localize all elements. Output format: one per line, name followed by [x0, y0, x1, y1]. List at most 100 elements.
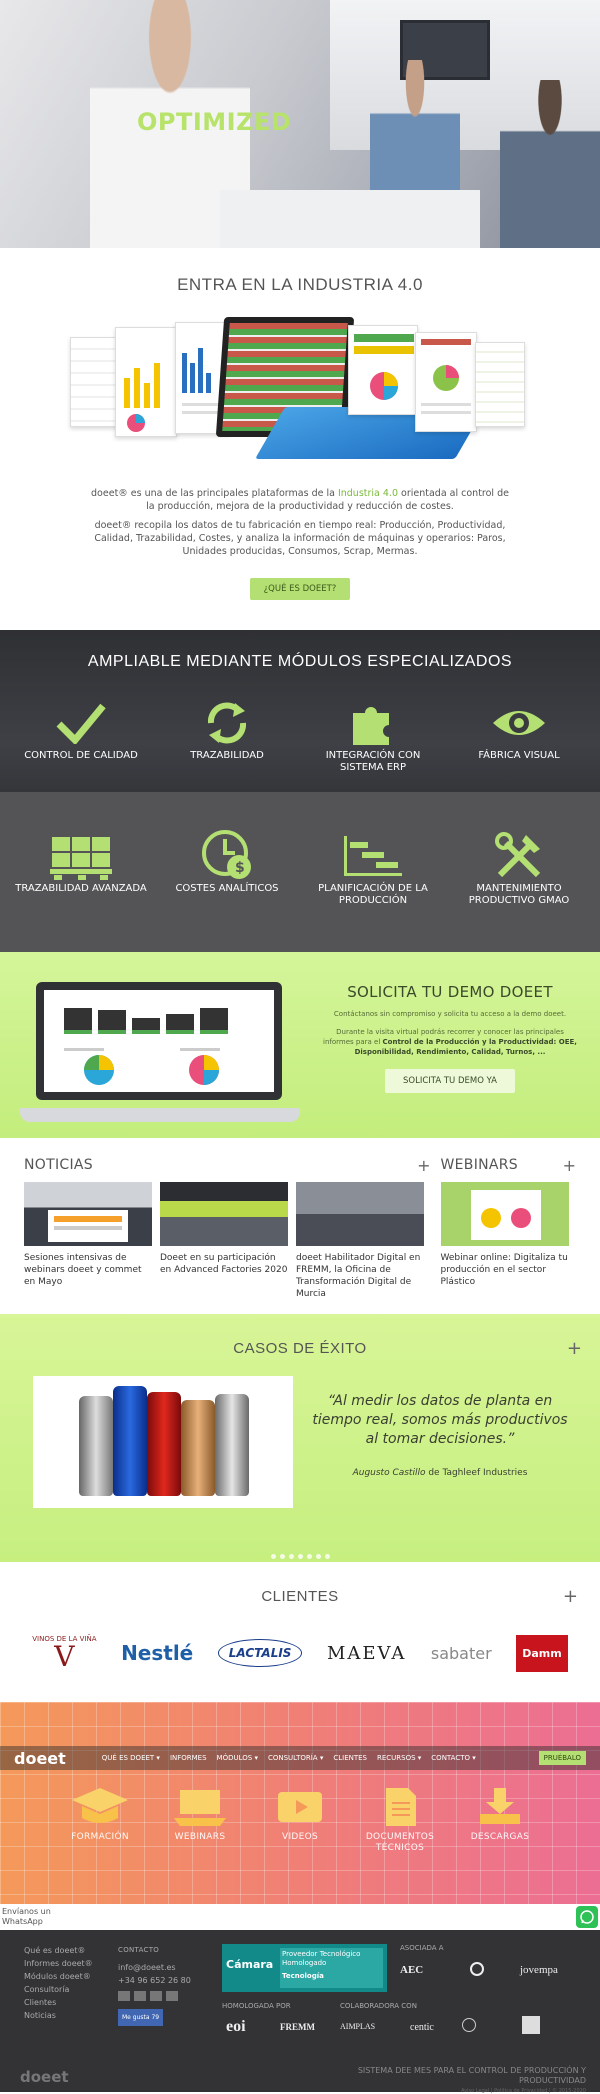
- module-control-calidad[interactable]: CONTROL DE CALIDAD: [11, 695, 151, 774]
- module-trazabilidad[interactable]: TRAZABILIDAD: [157, 695, 297, 774]
- resource-label: DOCUMENTOS TÉCNICOS: [365, 1832, 435, 1853]
- news-item[interactable]: doeet Habilitador Digital en FREMM, la O…: [296, 1182, 424, 1300]
- news-list: Sesiones intensivas de webinars doeet y …: [24, 1182, 431, 1300]
- laptop-illustration: [20, 982, 300, 1122]
- colaboradora-label: COLABORADORA CON: [340, 2002, 417, 2010]
- report-sheet-6: [475, 342, 525, 427]
- clients-plus-icon[interactable]: +: [563, 1586, 578, 1607]
- document-icon: [355, 1782, 445, 1832]
- asociada-label: ASOCIADA A: [400, 1944, 444, 1952]
- webinars-plus-icon[interactable]: +: [563, 1156, 576, 1175]
- whatsapp-text-1[interactable]: Envíanos un: [2, 1907, 600, 1917]
- nav-modulos[interactable]: MÓDULOS ▾: [217, 1754, 258, 1762]
- checkmark-icon: [11, 695, 151, 750]
- hero-person-attendee: [500, 80, 600, 248]
- legal-links[interactable]: Aviso Legal | Política de Privacidad | ©…: [356, 2086, 586, 2094]
- facebook-like-button[interactable]: Me gusta 79: [118, 2009, 164, 2026]
- demo-text: SOLICITA TU DEMO DOEET Contáctanos sin c…: [320, 983, 580, 1093]
- footer-link-clientes[interactable]: Clientes: [24, 1996, 93, 2009]
- resource-label: WEBINARS: [174, 1832, 226, 1842]
- video-icon[interactable]: [134, 1991, 146, 2001]
- module-label: CONTROL DE CALIDAD: [24, 750, 138, 761]
- modules-top: AMPLIABLE MEDIANTE MÓDULOS ESPECIALIZADO…: [0, 630, 600, 792]
- university-seal-logo: [462, 2018, 476, 2032]
- linkedin-icon[interactable]: [118, 1991, 130, 2001]
- facebook-icon[interactable]: [150, 1991, 162, 2001]
- contact-phone[interactable]: +34 96 652 26 80: [118, 1974, 191, 1987]
- footer-bottom: doeet SISTEMA DEE MES PARA EL CONTROL DE…: [0, 2064, 600, 2094]
- modules-title: AMPLIABLE MEDIANTE MÓDULOS ESPECIALIZADO…: [87, 653, 513, 670]
- webinars-column: WEBINARS + Webinar online: Digitaliza tu…: [440, 1156, 577, 1300]
- hero-brand-text: OPTIMIZED: [137, 108, 292, 136]
- main-navbar: doeet QUÉ ES DOEET ▾ INFORMES MÓDULOS ▾ …: [0, 1746, 600, 1770]
- module-trazabilidad-avanzada[interactable]: TRAZABILIDAD AVANZADA: [11, 828, 151, 907]
- footer-link-consultoria[interactable]: Consultoría: [24, 1983, 93, 1996]
- module-costes-analiticos[interactable]: $ COSTES ANALÍTICOS: [157, 828, 297, 907]
- footer-contact: CONTACTO info@doeet.es +34 96 652 26 80 …: [118, 1944, 191, 2026]
- module-label: COSTES ANALÍTICOS: [175, 883, 279, 894]
- resources-list: FORMACIÓN WEBINARS VIDEOS DOCUMENTOS TÉC…: [0, 1782, 600, 1854]
- twitter-icon[interactable]: [166, 1991, 178, 2001]
- whatsapp-text-2[interactable]: WhatsApp: [2, 1917, 600, 1927]
- camara-title: Proveedor Tecnológico Homologado: [282, 1950, 361, 1967]
- footer-logo[interactable]: doeet: [20, 2068, 69, 2086]
- report-sheet-2: [115, 327, 177, 437]
- footer-link-noticias[interactable]: Noticias: [24, 2009, 93, 2022]
- industria-link[interactable]: Industria 4.0: [338, 488, 398, 499]
- que-es-doeet-button[interactable]: ¿QUÉ ES DOEET?: [249, 578, 351, 600]
- download-icon: [455, 1782, 545, 1832]
- report-sheet-5: [415, 332, 477, 432]
- footer-link-informes[interactable]: Informes doeet®: [24, 1957, 93, 1970]
- resource-label: FORMACIÓN: [71, 1832, 129, 1842]
- resource-descargas[interactable]: DESCARGAS: [455, 1782, 545, 1854]
- webinars-header: WEBINARS +: [440, 1156, 577, 1175]
- webinar-item[interactable]: Webinar online: Digitaliza tu producción…: [440, 1182, 569, 1288]
- nav-que-es-doeet[interactable]: QUÉ ES DOEET ▾: [102, 1754, 160, 1762]
- webinars-title: WEBINARS: [440, 1157, 518, 1173]
- laptop-base: [20, 1108, 300, 1122]
- news-image: [296, 1182, 424, 1246]
- pruebalo-button[interactable]: PRUÉBALO: [538, 1751, 586, 1765]
- client-logos: VINOS DE LA VIÑA V Nestlé LACTALIS MAEVA …: [0, 1629, 600, 1677]
- resource-formacion[interactable]: FORMACIÓN: [55, 1782, 145, 1854]
- module-label: TRAZABILIDAD AVANZADA: [15, 883, 147, 894]
- nav-contacto[interactable]: CONTACTO ▾: [431, 1754, 475, 1762]
- resource-webinars[interactable]: WEBINARS: [155, 1782, 245, 1854]
- cases-plus-icon[interactable]: +: [567, 1338, 582, 1359]
- footer-link-que-es-doeet[interactable]: Qué es doeet®: [24, 1944, 93, 1957]
- case-image-rolls: [33, 1376, 293, 1508]
- logo-vinos-de-la-vina: VINOS DE LA VIÑA V: [32, 1635, 96, 1671]
- report-chart-pie: [354, 334, 414, 400]
- case-citation: Augusto Castillo de Taghleef Industries: [305, 1468, 575, 1478]
- modules-section: AMPLIABLE MEDIANTE MÓDULOS ESPECIALIZADO…: [0, 630, 600, 952]
- footer-link-modulos[interactable]: Módulos doeet®: [24, 1970, 93, 1983]
- laptop-screen: [36, 982, 282, 1100]
- contact-label: CONTACTO: [118, 1946, 160, 1954]
- navbar-logo[interactable]: doeet: [14, 1749, 66, 1768]
- footer-tagline: SISTEMA DEE MES PARA EL CONTROL DE PRODU…: [356, 2066, 586, 2094]
- news-plus-icon[interactable]: +: [417, 1156, 430, 1175]
- logo-nestle: Nestlé: [121, 1641, 194, 1665]
- gantt-icon: [303, 828, 443, 883]
- module-fabrica-visual[interactable]: FÁBRICA VISUAL: [449, 695, 589, 774]
- module-planificacion[interactable]: PLANIFICACIÓN DE LA PRODUCCIÓN: [303, 828, 443, 907]
- nav-informes[interactable]: INFORMES: [170, 1754, 207, 1762]
- nav-consultoria[interactable]: CONSULTORÍA ▾: [268, 1754, 323, 1762]
- footer-associations: ASOCIADA A: [400, 1944, 444, 1952]
- resource-documentos[interactable]: DOCUMENTOS TÉCNICOS: [355, 1782, 445, 1854]
- logo-sabater: sabater: [430, 1643, 492, 1663]
- nav-recursos[interactable]: RECURSOS ▾: [377, 1754, 421, 1762]
- resource-videos[interactable]: VIDEOS: [255, 1782, 345, 1854]
- modules-bottom: TRAZABILIDAD AVANZADA $ COSTES ANALÍTICO…: [0, 792, 600, 952]
- solicita-demo-button[interactable]: SOLICITA TU DEMO YA: [385, 1069, 515, 1093]
- news-item[interactable]: Sesiones intensivas de webinars doeet y …: [24, 1182, 152, 1300]
- module-mantenimiento-gmao[interactable]: MANTENIMIENTO PRODUCTIVO GMAO: [449, 828, 589, 907]
- nav-clientes[interactable]: CLIENTES: [333, 1754, 367, 1762]
- contact-email[interactable]: info@doeet.es: [118, 1961, 191, 1974]
- module-integracion-erp[interactable]: INTEGRACIÓN CON SISTEMA ERP: [303, 695, 443, 774]
- cite-name: Augusto Castillo: [352, 1468, 426, 1478]
- whatsapp-icon[interactable]: [576, 1906, 598, 1928]
- tagline-text: SISTEMA DEE MES PARA EL CONTROL DE PRODU…: [357, 2066, 586, 2085]
- carousel-dots[interactable]: [0, 1544, 600, 1563]
- news-item[interactable]: Doeet en su participación en Advanced Fa…: [160, 1182, 288, 1300]
